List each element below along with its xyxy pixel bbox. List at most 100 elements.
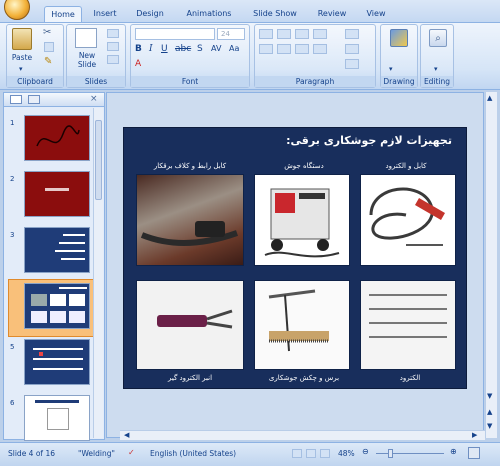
scroll-thumb[interactable] — [95, 120, 102, 200]
align-text-icon[interactable] — [345, 44, 359, 54]
scroll-left-icon[interactable]: ◀ — [124, 431, 129, 439]
slide-show-icon[interactable] — [320, 449, 330, 458]
vertical-scrollbar[interactable]: ▲ ▼ ▲ ▼ — [485, 92, 497, 438]
previous-slide-icon[interactable]: ▲ — [487, 408, 492, 416]
scroll-right-icon[interactable]: ▶ — [472, 431, 477, 439]
tab-design[interactable]: Design — [130, 6, 170, 22]
slide-canvas: تجهیزات لازم جوشکاری برقی: کابل رابط و ک… — [106, 92, 484, 438]
normal-view-icon[interactable] — [292, 449, 302, 458]
tab-insert[interactable]: Insert — [88, 6, 122, 22]
slide-thumbnail-3[interactable] — [24, 227, 90, 273]
status-bar: Slide 4 of 16 "Welding" ✓ English (Unite… — [0, 442, 500, 466]
paste-button[interactable]: Paste — [7, 53, 37, 62]
slide-thumbnail-1[interactable] — [24, 115, 90, 161]
copy-icon[interactable] — [44, 42, 54, 52]
thumb-number: 2 — [10, 175, 15, 183]
text-direction-icon[interactable] — [345, 29, 359, 39]
format-painter-icon[interactable]: ✎ — [44, 56, 52, 67]
theme-name: "Welding" — [78, 449, 115, 458]
thumb-number: 1 — [10, 119, 15, 127]
slides-label: Slides — [67, 76, 125, 87]
decrease-indent-icon[interactable] — [295, 29, 309, 39]
chevron-down-icon[interactable]: ▾ — [389, 65, 393, 73]
slides-pane: × 1 2 3 4 5 6 — [3, 92, 105, 441]
slide-thumbnail-4[interactable] — [24, 283, 90, 329]
thumb-number: 6 — [10, 399, 15, 407]
drawing-label: Drawing — [381, 76, 417, 87]
photo-welding-machine[interactable] — [254, 174, 350, 266]
slide-thumbnail-5[interactable] — [24, 339, 90, 385]
caption-electrode-holder: انبر الکترود گیر — [167, 374, 213, 382]
tab-home[interactable]: Home — [44, 6, 82, 22]
new-slide-icon[interactable] — [75, 28, 97, 48]
photo-electrode-holder[interactable] — [136, 280, 244, 370]
zoom-thumb[interactable] — [388, 449, 393, 458]
editing-label: Editing — [421, 76, 453, 87]
slide-thumbnail-6[interactable] — [24, 395, 90, 441]
photo-cable-clamp[interactable] — [136, 174, 244, 266]
slide-sorter-icon[interactable] — [306, 449, 316, 458]
photo-brush-hammer[interactable] — [254, 280, 350, 370]
slides-group: New Slide Slides — [66, 24, 126, 88]
fit-slide-icon[interactable] — [468, 447, 480, 459]
bullets-icon[interactable] — [259, 29, 273, 39]
outline-tab-icon[interactable] — [28, 95, 40, 104]
language-indicator[interactable]: English (United States) — [150, 449, 236, 458]
italic-button[interactable]: I — [149, 44, 153, 54]
align-left-icon[interactable] — [259, 44, 273, 54]
zoom-slider[interactable] — [376, 453, 444, 454]
cut-icon[interactable]: ✂ — [43, 27, 51, 38]
numbering-icon[interactable] — [277, 29, 291, 39]
tab-view[interactable]: View — [360, 6, 392, 22]
office-button[interactable] — [4, 0, 30, 20]
scroll-down-icon[interactable]: ▼ — [487, 392, 492, 400]
align-center-icon[interactable] — [277, 44, 291, 54]
caption-brush-hammer: برس و چکش جوشکاری — [268, 374, 340, 382]
font-name-box[interactable] — [135, 28, 215, 40]
thumbnail-scrollbar[interactable] — [93, 108, 103, 438]
font-color-button[interactable]: A — [135, 59, 141, 69]
strikethrough-button[interactable]: abc — [175, 44, 191, 54]
new-slide-button[interactable]: New Slide — [69, 51, 105, 69]
spellcheck-icon[interactable]: ✓ — [128, 448, 135, 457]
slide[interactable]: تجهیزات لازم جوشکاری برقی: کابل رابط و ک… — [123, 127, 467, 389]
paragraph-label: Paragraph — [255, 76, 375, 87]
align-right-icon[interactable] — [295, 44, 309, 54]
photo-cable-electrode[interactable] — [360, 174, 456, 266]
find-icon[interactable]: ⌕ — [429, 29, 447, 47]
increase-indent-icon[interactable] — [313, 29, 327, 39]
justify-icon[interactable] — [313, 44, 327, 54]
slides-tab-icon[interactable] — [10, 95, 22, 104]
thumb-number: 3 — [10, 231, 15, 239]
tab-animations[interactable]: Animations — [180, 6, 238, 22]
underline-button[interactable]: U — [161, 44, 168, 54]
shapes-icon[interactable] — [390, 29, 408, 47]
smartart-icon[interactable] — [345, 59, 359, 69]
reset-icon[interactable] — [107, 42, 119, 51]
spacing-button[interactable]: AV — [211, 44, 221, 53]
paste-icon[interactable] — [12, 28, 32, 50]
horizontal-scrollbar[interactable]: ◀ ▶ — [120, 430, 485, 440]
chevron-down-icon[interactable]: ▾ — [434, 65, 438, 73]
next-slide-icon[interactable]: ▼ — [487, 422, 492, 430]
change-case-button[interactable]: Aa — [229, 44, 239, 53]
paragraph-group: Paragraph — [254, 24, 376, 88]
tab-review[interactable]: Review — [312, 6, 352, 22]
shadow-button[interactable]: S — [197, 44, 203, 54]
pane-tabs: × — [4, 93, 104, 107]
delete-slide-icon[interactable] — [107, 55, 119, 64]
zoom-level[interactable]: 48% — [338, 449, 355, 458]
bold-button[interactable]: B — [135, 44, 142, 54]
scroll-up-icon[interactable]: ▲ — [487, 94, 492, 102]
ribbon-tab-bar: Home Insert Design Animations Slide Show… — [0, 0, 500, 22]
slide-title[interactable]: تجهیزات لازم جوشکاری برقی: — [286, 134, 452, 147]
font-size-box[interactable]: 24 — [217, 28, 245, 40]
layout-icon[interactable] — [107, 29, 119, 38]
slide-thumbnail-2[interactable] — [24, 171, 90, 217]
close-icon[interactable]: × — [90, 94, 98, 104]
photo-electrodes[interactable] — [360, 280, 456, 370]
tab-slide-show[interactable]: Slide Show — [248, 6, 302, 22]
zoom-out-icon[interactable]: ⊖ — [362, 447, 369, 456]
chevron-down-icon[interactable]: ▾ — [19, 65, 23, 73]
zoom-in-icon[interactable]: ⊕ — [450, 447, 457, 456]
